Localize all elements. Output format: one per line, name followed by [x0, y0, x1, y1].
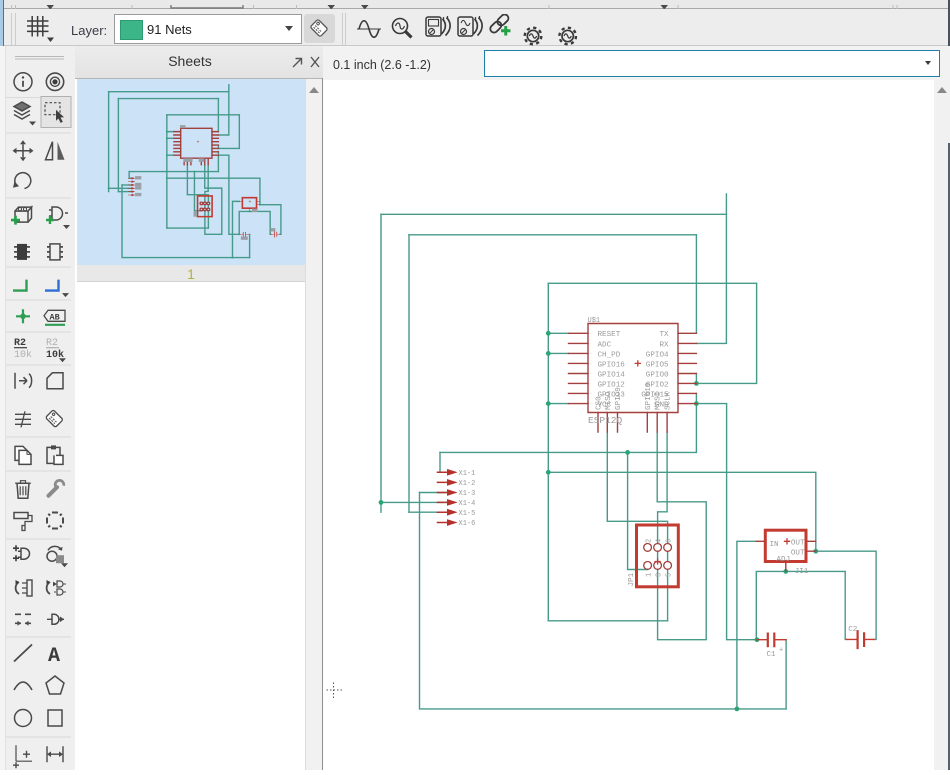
svg-text:10k: 10k	[14, 349, 32, 361]
svg-text:A: A	[48, 645, 60, 668]
svg-text:AB: AB	[50, 312, 60, 322]
